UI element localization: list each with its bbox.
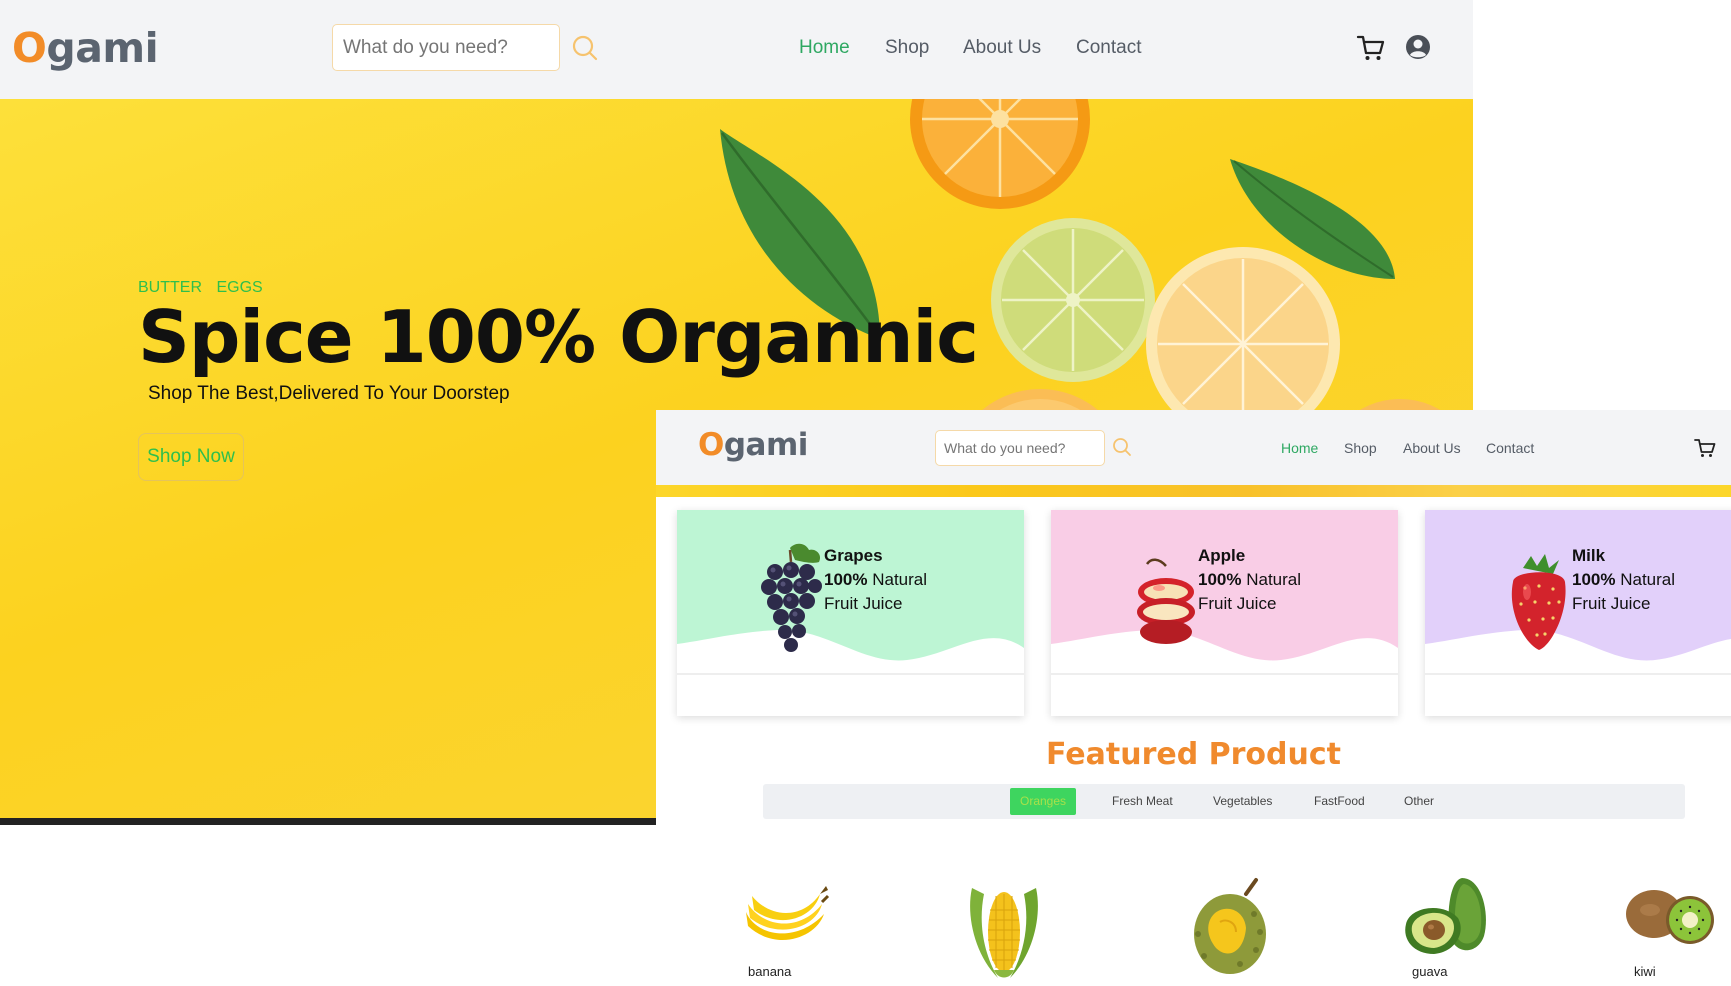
- front-screenshot: Ogami Home Shop About Us Contact: [656, 410, 1731, 986]
- shop-now-button[interactable]: Shop Now: [138, 433, 244, 481]
- category-text: Grapes 100% Natural Fruit Juice: [824, 546, 928, 613]
- header-nav: Ogami Home Shop About Us Contact: [656, 410, 1731, 485]
- nav-shop[interactable]: Shop: [885, 37, 929, 59]
- product-corn[interactable]: [954, 874, 1064, 986]
- hero-strip: [656, 485, 1731, 497]
- kiwi-icon: [1626, 890, 1714, 944]
- divider-bar: [0, 818, 656, 825]
- cart-icon[interactable]: [1694, 437, 1716, 459]
- search-icon[interactable]: [1112, 437, 1132, 457]
- hero-title: Spice 100% Organnic: [138, 295, 979, 379]
- filter-oranges[interactable]: Oranges: [1010, 788, 1076, 815]
- product-guava[interactable]: guava: [1398, 874, 1508, 986]
- grapes-icon: [761, 543, 822, 652]
- user-icon[interactable]: [1404, 33, 1432, 61]
- filter-fresh-meat[interactable]: Fresh Meat: [1112, 794, 1173, 808]
- avocado-icon: [1405, 878, 1486, 954]
- search-icon[interactable]: [571, 34, 599, 62]
- product-banana[interactable]: banana: [736, 874, 846, 986]
- product-name: kiwi: [1634, 964, 1656, 979]
- nav-contact[interactable]: Contact: [1486, 440, 1534, 456]
- nav-about-us[interactable]: About Us: [1403, 440, 1461, 456]
- nav-about-us[interactable]: About Us: [963, 37, 1041, 59]
- logo[interactable]: Ogami: [698, 427, 808, 463]
- product-filter-bar: Oranges Fresh Meat Vegetables FastFood O…: [763, 784, 1685, 819]
- nav-home[interactable]: Home: [799, 37, 850, 59]
- product-name: banana: [748, 964, 792, 979]
- hero-subtitle: Shop The Best,Delivered To Your Doorstep: [148, 383, 510, 404]
- featured-product-title: Featured Product: [1046, 737, 1341, 772]
- header-nav: Ogami Home Shop About Us Contact: [0, 0, 1473, 99]
- filter-fastfood[interactable]: FastFood: [1314, 794, 1365, 808]
- category-card-milk[interactable]: Milk 100% Natural Fruit Juice: [1425, 510, 1731, 716]
- durian-icon: [1194, 878, 1266, 974]
- cart-icon[interactable]: [1356, 33, 1386, 63]
- product-name: guava: [1412, 964, 1448, 979]
- nav-home[interactable]: Home: [1281, 440, 1318, 456]
- product-kiwi[interactable]: kiwi: [1620, 874, 1730, 986]
- search-input[interactable]: [332, 24, 560, 71]
- logo[interactable]: Ogami: [12, 24, 159, 72]
- category-card-apple[interactable]: Apple 100% Natural Fruit Juice: [1051, 510, 1398, 716]
- nav-shop[interactable]: Shop: [1344, 440, 1377, 456]
- nav-contact[interactable]: Contact: [1076, 37, 1141, 59]
- tag-butter[interactable]: BUTTER: [138, 279, 202, 296]
- filter-other[interactable]: Other: [1404, 794, 1434, 808]
- tag-eggs[interactable]: EGGS: [216, 279, 262, 296]
- filter-vegetables[interactable]: Vegetables: [1213, 794, 1272, 808]
- search-input[interactable]: [935, 430, 1105, 466]
- strawberry-icon: [1511, 554, 1566, 650]
- product-durian[interactable]: [1184, 874, 1294, 986]
- category-card-grapes[interactable]: Grapes 100% Natural Fruit Juice: [677, 510, 1024, 716]
- category-text: Milk 100% Natural Fruit Juice: [1572, 546, 1676, 613]
- banana-icon: [746, 886, 830, 940]
- category-text: Apple 100% Natural Fruit Juice: [1198, 546, 1302, 613]
- corn-icon: [970, 888, 1038, 978]
